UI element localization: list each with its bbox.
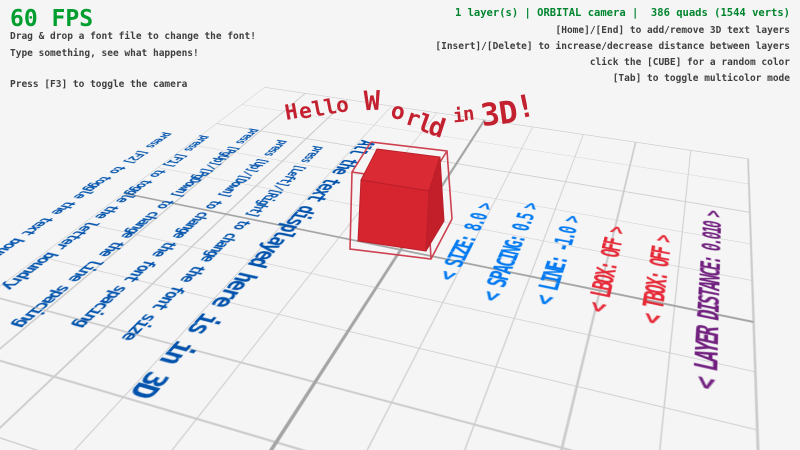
raylib-text3d-window: All the text displayed here is in 3D pre… [0,0,800,450]
cube-front-face [358,180,429,251]
3d-viewport[interactable]: All the text displayed here is in 3D pre… [0,0,800,450]
cube[interactable] [0,0,800,450]
